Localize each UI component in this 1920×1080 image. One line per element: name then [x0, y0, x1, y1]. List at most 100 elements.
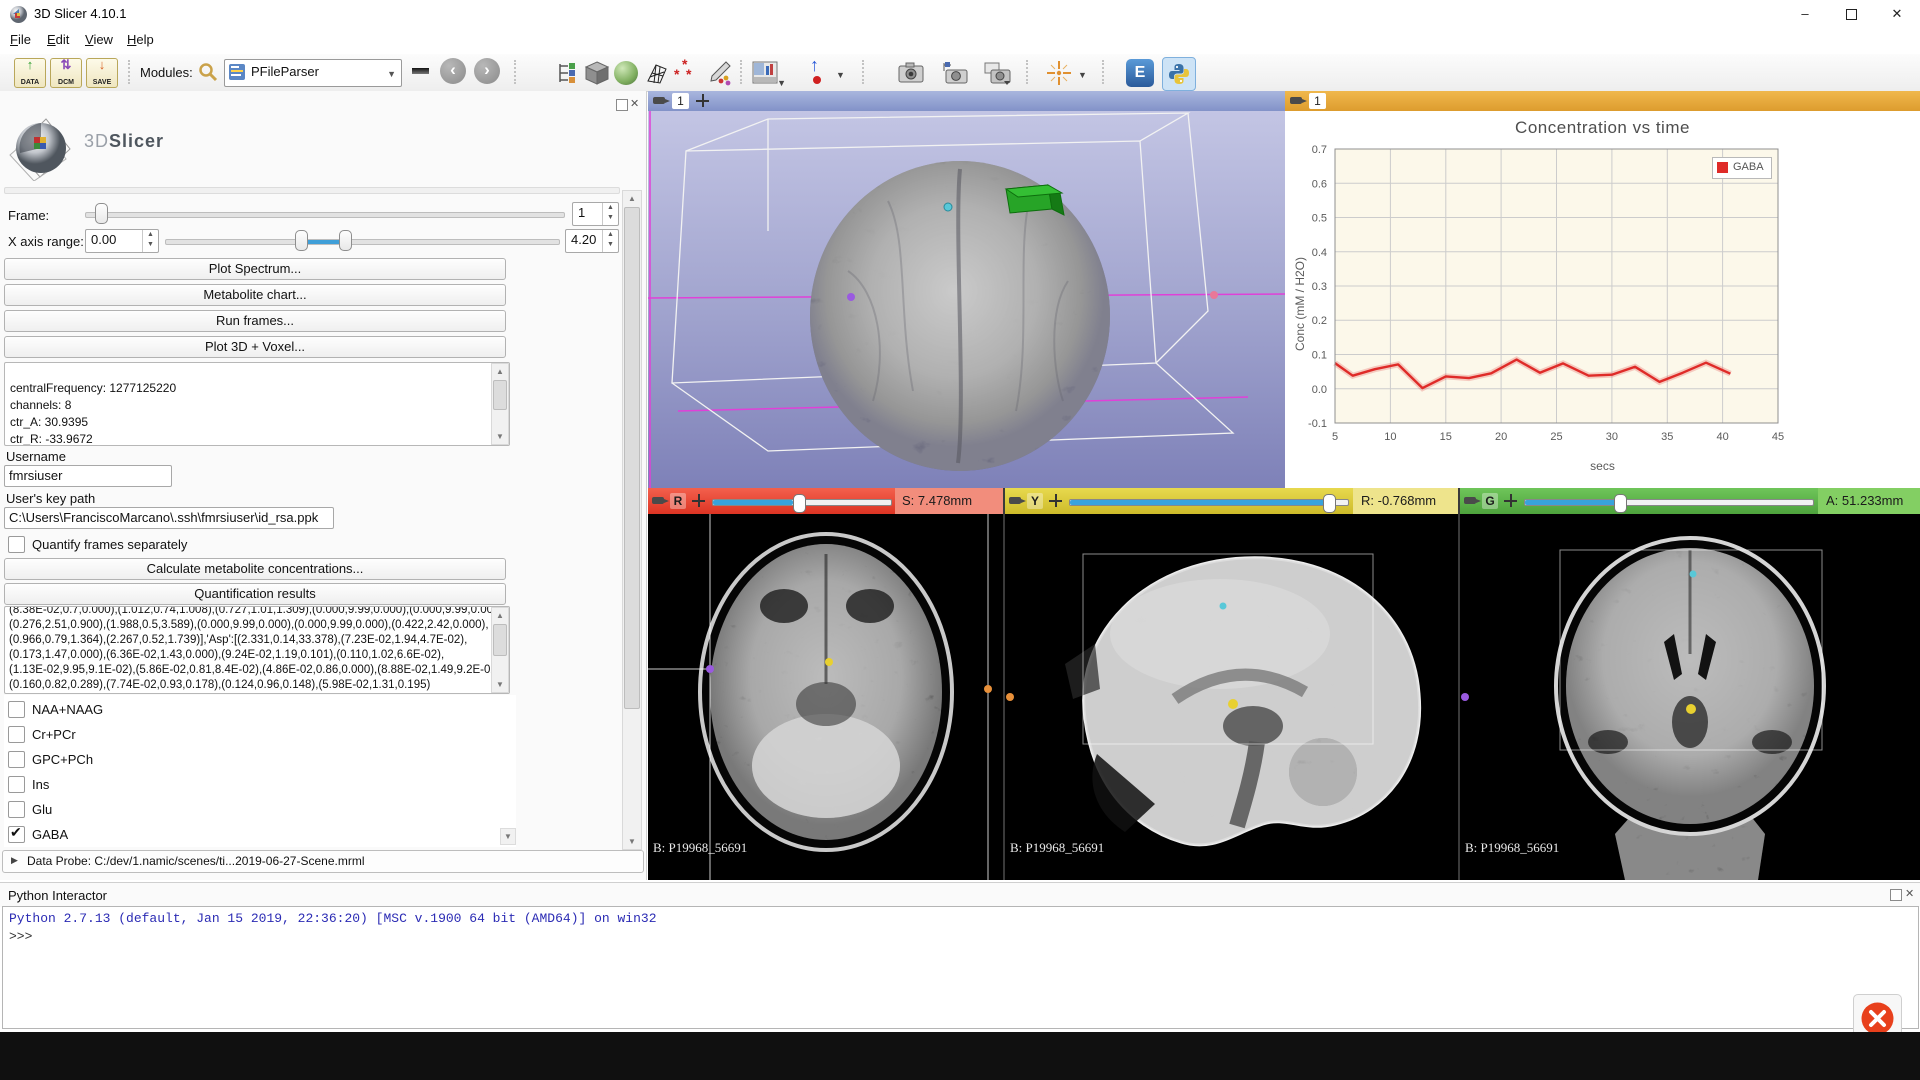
- close-button[interactable]: ✕: [1874, 0, 1920, 28]
- scroll-up-icon[interactable]: ▲: [492, 608, 508, 623]
- panel-splitter[interactable]: [4, 187, 620, 194]
- python-console-button[interactable]: [1162, 57, 1196, 91]
- threed-view-tab[interactable]: 1: [672, 93, 689, 109]
- threed-canvas[interactable]: [648, 111, 1285, 488]
- module-search-icon[interactable]: [198, 62, 218, 82]
- markups-icon[interactable]: * * *: [674, 60, 700, 86]
- chart-view[interactable]: 1 Concentration vs time 5101520253035404…: [1285, 91, 1920, 488]
- metabolite-checkbox-cr[interactable]: [8, 726, 25, 743]
- data-probe-bar[interactable]: ▶ Data Probe: C:/dev/1.namic/scenes/ti..…: [2, 850, 644, 873]
- frame-slider[interactable]: [85, 212, 565, 218]
- modules-history-button[interactable]: [412, 68, 429, 74]
- pin-icon[interactable]: [1464, 497, 1476, 504]
- mouse-place-button[interactable]: ↑: [806, 59, 826, 87]
- slice-menu-icon[interactable]: [1049, 494, 1062, 507]
- minimize-button[interactable]: –: [1782, 0, 1828, 28]
- python-console[interactable]: Python 2.7.13 (default, Jan 15 2019, 22:…: [2, 906, 1919, 1029]
- keypath-input[interactable]: C:\Users\FranciscoMarcano\.ssh\fmrsiuser…: [4, 507, 334, 529]
- xrange-slider[interactable]: [165, 239, 560, 245]
- annotations-pen-icon[interactable]: [706, 60, 732, 86]
- threed-view[interactable]: 1: [648, 91, 1285, 488]
- slice-view-green[interactable]: G A: 51.233mm: [1458, 488, 1920, 880]
- red-slice-slider[interactable]: [712, 499, 892, 506]
- info-scrollbar[interactable]: ▲ ▼: [491, 363, 509, 445]
- results-textarea[interactable]: (8.38E-02,0.7,0.000),(1.012,0.74,1.008),…: [4, 606, 510, 694]
- transform-mesh-icon[interactable]: [644, 61, 668, 85]
- green-slice-slider[interactable]: [1524, 499, 1814, 506]
- slice-view-yellow[interactable]: Y R: -0.768mm: [1003, 488, 1460, 880]
- spin-arrows[interactable]: ▲▼: [602, 230, 618, 252]
- calculate-concentrations-button[interactable]: Calculate metabolite concentrations...: [4, 558, 506, 580]
- module-forward-button[interactable]: ›: [474, 58, 500, 84]
- module-hierarchy-icon[interactable]: [556, 61, 580, 85]
- metabolite-checkbox-gpc[interactable]: [8, 751, 25, 768]
- console-undock-icon[interactable]: [1890, 889, 1902, 901]
- pin-icon[interactable]: [653, 97, 665, 104]
- plot-3d-voxel-button[interactable]: Plot 3D + Voxel...: [4, 336, 506, 358]
- quantification-results-button[interactable]: Quantification results: [4, 583, 506, 605]
- extensions-manager-button[interactable]: E: [1126, 59, 1154, 87]
- scroll-down-icon[interactable]: ▼: [492, 677, 508, 692]
- panel-undock-icon[interactable]: [616, 99, 628, 111]
- scene-view-camera-icon[interactable]: [940, 61, 968, 85]
- volume-cube-icon[interactable]: [584, 60, 610, 86]
- frame-spinbox[interactable]: 1 ▲▼: [572, 202, 619, 226]
- slice-menu-icon[interactable]: [1504, 494, 1517, 507]
- plot-spectrum-button[interactable]: Plot Spectrum...: [4, 258, 506, 280]
- red-slider-handle[interactable]: [793, 494, 806, 513]
- console-close-icon[interactable]: ✕: [1905, 887, 1914, 900]
- panel-close-icon[interactable]: ✕: [630, 97, 639, 110]
- results-scrollbar[interactable]: ▲ ▼: [491, 607, 509, 693]
- place-mode-dropdown[interactable]: ▼: [836, 70, 845, 80]
- scroll-down-icon[interactable]: ▼: [492, 429, 508, 444]
- crosshair-dropdown[interactable]: ▼: [1078, 70, 1087, 80]
- yellow-slider-handle[interactable]: [1323, 494, 1336, 513]
- spin-arrows[interactable]: ▲▼: [602, 203, 618, 225]
- xrange-handle-low[interactable]: [295, 230, 308, 251]
- slice-view-red[interactable]: R S: 7.478mm: [648, 488, 1003, 880]
- menu-file[interactable]: File: [10, 32, 31, 47]
- restore-scene-view-icon[interactable]: [982, 61, 1012, 85]
- maximize-button[interactable]: [1828, 0, 1874, 28]
- xrange-min-spinbox[interactable]: 0.00 ▲▼: [85, 229, 159, 253]
- editor-sphere-icon[interactable]: [614, 61, 638, 85]
- frame-slider-handle[interactable]: [95, 203, 108, 224]
- menu-view[interactable]: View: [85, 32, 113, 47]
- run-frames-button[interactable]: Run frames...: [4, 310, 506, 332]
- chart-legend[interactable]: GABA: [1712, 157, 1772, 179]
- green-slider-handle[interactable]: [1614, 494, 1627, 513]
- metabolite-scrollbar[interactable]: ▼: [500, 695, 516, 845]
- screenshot-camera-icon[interactable]: [898, 61, 924, 85]
- view-crosshair-icon[interactable]: [696, 94, 709, 107]
- menu-help[interactable]: Help: [127, 32, 154, 47]
- menu-edit[interactable]: Edit: [47, 32, 69, 47]
- crosshair-button[interactable]: [1046, 60, 1072, 86]
- modules-combobox[interactable]: PFileParser ▼: [224, 59, 402, 87]
- dicom-button[interactable]: ⇅ DCM: [50, 58, 82, 88]
- metabolite-chart-button[interactable]: Metabolite chart...: [4, 284, 506, 306]
- scroll-up-icon[interactable]: ▲: [492, 364, 508, 379]
- layout-selector-button[interactable]: ▼: [752, 60, 782, 86]
- quantify-checkbox[interactable]: [8, 536, 25, 553]
- metabolite-checkbox-naa[interactable]: [8, 701, 25, 718]
- metabolite-checkbox-glu[interactable]: [8, 801, 25, 818]
- yellow-slice-slider[interactable]: [1069, 499, 1349, 506]
- save-button[interactable]: ↓ SAVE: [86, 58, 118, 88]
- axial-mri-image[interactable]: [648, 514, 1003, 880]
- sagittal-mri-image[interactable]: [1005, 514, 1460, 880]
- pin-icon[interactable]: [652, 497, 664, 504]
- header-info-textarea[interactable]: centralFrequency: 1277125220 channels: 8…: [4, 362, 510, 446]
- xrange-handle-high[interactable]: [339, 230, 352, 251]
- coronal-mri-image[interactable]: [1460, 514, 1920, 880]
- slice-menu-icon[interactable]: [692, 494, 705, 507]
- scroll-down-icon[interactable]: ▼: [623, 834, 641, 849]
- panel-scrollbar[interactable]: ▲ ▼: [622, 190, 642, 850]
- load-data-button[interactable]: ↑ DATA: [14, 58, 46, 88]
- pin-icon[interactable]: [1009, 497, 1021, 504]
- metabolite-checkbox-ins[interactable]: [8, 776, 25, 793]
- spin-arrows[interactable]: ▲▼: [142, 230, 158, 252]
- xrange-max-spinbox[interactable]: 4.20 ▲▼: [565, 229, 619, 253]
- scroll-down-icon[interactable]: ▼: [500, 828, 516, 845]
- module-back-button[interactable]: ‹: [440, 58, 466, 84]
- metabolite-checkbox-gaba[interactable]: [8, 826, 25, 843]
